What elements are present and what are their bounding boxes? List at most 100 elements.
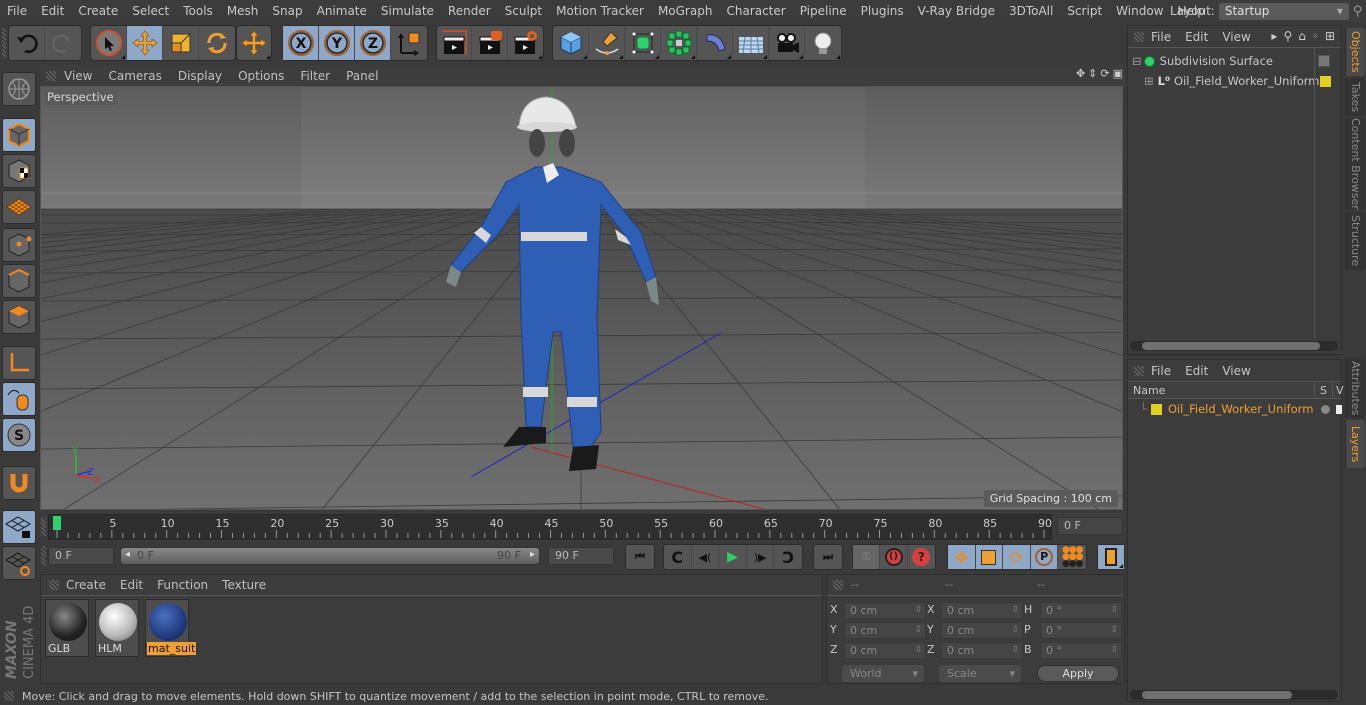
next-frame-button[interactable]: )▶ [747, 545, 775, 569]
tab-takes[interactable]: Takes [1345, 78, 1365, 116]
dolly-icon[interactable]: ⇕ [1088, 67, 1097, 80]
light-button[interactable] [805, 26, 841, 60]
rotation-track-button[interactable]: ⟳ [1003, 545, 1031, 569]
layer-row[interactable]: └ Oil_Field_Worker_Uniform [1128, 399, 1342, 419]
play-button[interactable]: ▶ [719, 545, 747, 569]
viewport-menu-display[interactable]: Display [170, 69, 230, 83]
position-field[interactable]: 0 cm [844, 602, 926, 619]
viewport-camera-label[interactable]: Perspective [44, 89, 117, 105]
panel-grip[interactable] [49, 580, 59, 590]
range-right-arrow[interactable]: ▸ [530, 549, 535, 560]
coord-mode-dropdown[interactable]: World [842, 665, 924, 682]
collapse-icon[interactable]: ⊟ [1132, 54, 1142, 68]
object-hscrollbar[interactable] [1130, 341, 1338, 351]
new-view-icon[interactable]: ⊞ [1325, 29, 1335, 43]
menu-plugins[interactable]: Plugins [854, 4, 911, 18]
menu-v-ray-bridge[interactable]: V-Ray Bridge [911, 4, 1002, 18]
tab-objects[interactable]: Objects [1345, 28, 1365, 76]
render-tag-icon[interactable] [1318, 55, 1330, 67]
points-mode-button[interactable] [2, 228, 36, 262]
menu-file[interactable]: File [0, 4, 34, 18]
object-row[interactable]: ⊟ Subdivision Surface [1128, 51, 1341, 71]
menu-window[interactable]: Window [1109, 4, 1170, 18]
camera-button[interactable] [769, 26, 805, 60]
menu-select[interactable]: Select [125, 4, 176, 18]
layer-menu-file[interactable]: File [1144, 364, 1178, 378]
solo-toggle[interactable] [1321, 404, 1330, 414]
tab-layers[interactable]: Layers [1345, 420, 1365, 468]
material-swatch[interactable]: GLB [45, 599, 89, 657]
parameter-track-button[interactable]: P [1030, 545, 1059, 569]
timeline-window-button[interactable] [1098, 545, 1124, 569]
object-row[interactable]: ⊞ L⁰ Oil_Field_Worker_Uniform [1128, 71, 1341, 91]
layer-color-swatch[interactable] [1320, 75, 1331, 87]
viewport-menu-filter[interactable]: Filter [292, 69, 338, 83]
layer-menu-edit[interactable]: Edit [1178, 364, 1215, 378]
size-field[interactable]: 0 cm [941, 622, 1023, 639]
layer-hscrollbar[interactable] [1130, 690, 1338, 700]
cube-button[interactable] [553, 26, 589, 60]
viewport-menu-options[interactable]: Options [230, 69, 292, 83]
layer-menu-view[interactable]: View [1215, 364, 1257, 378]
render-settings-button[interactable] [508, 26, 543, 60]
subdivision-surface-button[interactable] [625, 26, 661, 60]
menu-animate[interactable]: Animate [310, 4, 374, 18]
live-selection-tool[interactable] [91, 26, 127, 60]
coordinate-system-button[interactable] [391, 26, 427, 60]
floor-button[interactable] [733, 26, 769, 60]
undo-button[interactable] [9, 26, 45, 60]
record-active-button[interactable]: ⚿ [853, 545, 881, 569]
keyframe-selection-button[interactable]: ? [908, 545, 935, 569]
scale-track-button[interactable] [975, 545, 1004, 569]
timeline-ruler[interactable]: 051015202530354045505560657075808590 [48, 514, 1052, 540]
menu-create[interactable]: Create [71, 4, 125, 18]
viewport-menu-view[interactable]: View [56, 69, 100, 83]
home-icon[interactable]: ⌂ [1298, 29, 1306, 43]
position-track-button[interactable]: ✥ [948, 545, 976, 569]
menu-simulate[interactable]: Simulate [374, 4, 441, 18]
menu-snap[interactable]: Snap [265, 4, 309, 18]
orbit-icon[interactable]: ⟳ [1100, 67, 1109, 80]
point-level-button[interactable]: ●●● ●●● ●●● [1058, 545, 1086, 569]
polygons-mode-button[interactable] [2, 300, 36, 334]
model-mode-button[interactable] [2, 118, 36, 152]
position-field[interactable]: 0 cm [844, 642, 926, 659]
make-editable-button[interactable] [2, 72, 36, 106]
scroll-thumb[interactable] [1142, 342, 1320, 350]
menu-character[interactable]: Character [719, 4, 792, 18]
pan-icon[interactable]: ✥ [1076, 67, 1085, 80]
rotate-tool[interactable] [199, 26, 235, 60]
bend-deformer-button[interactable] [697, 26, 733, 60]
object-menu-file[interactable]: File [1144, 30, 1178, 44]
more-arrow-icon[interactable]: ▸ [1271, 29, 1277, 43]
y-axis-lock[interactable]: Y [319, 26, 355, 60]
size-field[interactable]: 0 cm [941, 602, 1023, 619]
tab-attributes[interactable]: Attributes [1345, 358, 1365, 418]
material-menu-texture[interactable]: Texture [215, 578, 273, 592]
tweak-mode-button[interactable] [2, 382, 36, 416]
go-to-start-button[interactable]: ⏮ [626, 545, 654, 569]
panel-grip[interactable] [46, 70, 56, 81]
end-frame-field[interactable]: 90 F [548, 547, 614, 565]
move-tool[interactable] [127, 26, 163, 60]
panel-grip[interactable] [833, 580, 843, 590]
x-axis-lock[interactable]: X [283, 26, 319, 60]
3d-viewport[interactable]: Y Z X Perspective Grid Spacing : 100 cm [40, 86, 1123, 510]
layer-color-swatch[interactable] [1150, 403, 1162, 415]
menu-motion-tracker[interactable]: Motion Tracker [549, 4, 651, 18]
search-icon[interactable]: ⚲ [1353, 4, 1363, 19]
viewport-menu-cameras[interactable]: Cameras [100, 69, 169, 83]
filter-icon[interactable]: ◦ [1312, 29, 1319, 43]
rotation-field[interactable]: 0 ° [1040, 602, 1122, 619]
snap-button[interactable]: S [2, 418, 36, 452]
start-frame-field[interactable]: 0 F [48, 547, 114, 565]
scale-tool[interactable] [163, 26, 199, 60]
toggle-layout-icon[interactable]: ▣ [1113, 67, 1123, 80]
size-mode-dropdown[interactable]: Scale [939, 665, 1021, 682]
z-axis-lock[interactable]: Z [355, 26, 391, 60]
frame-range-slider[interactable]: ◂ 0 F 90 F ▸ [120, 547, 540, 565]
solo-column-header[interactable]: S [1320, 384, 1327, 397]
panel-grip[interactable] [1134, 365, 1144, 376]
name-column-header[interactable]: Name [1133, 384, 1165, 397]
menu-3dtoall[interactable]: 3DToAll [1002, 4, 1060, 18]
